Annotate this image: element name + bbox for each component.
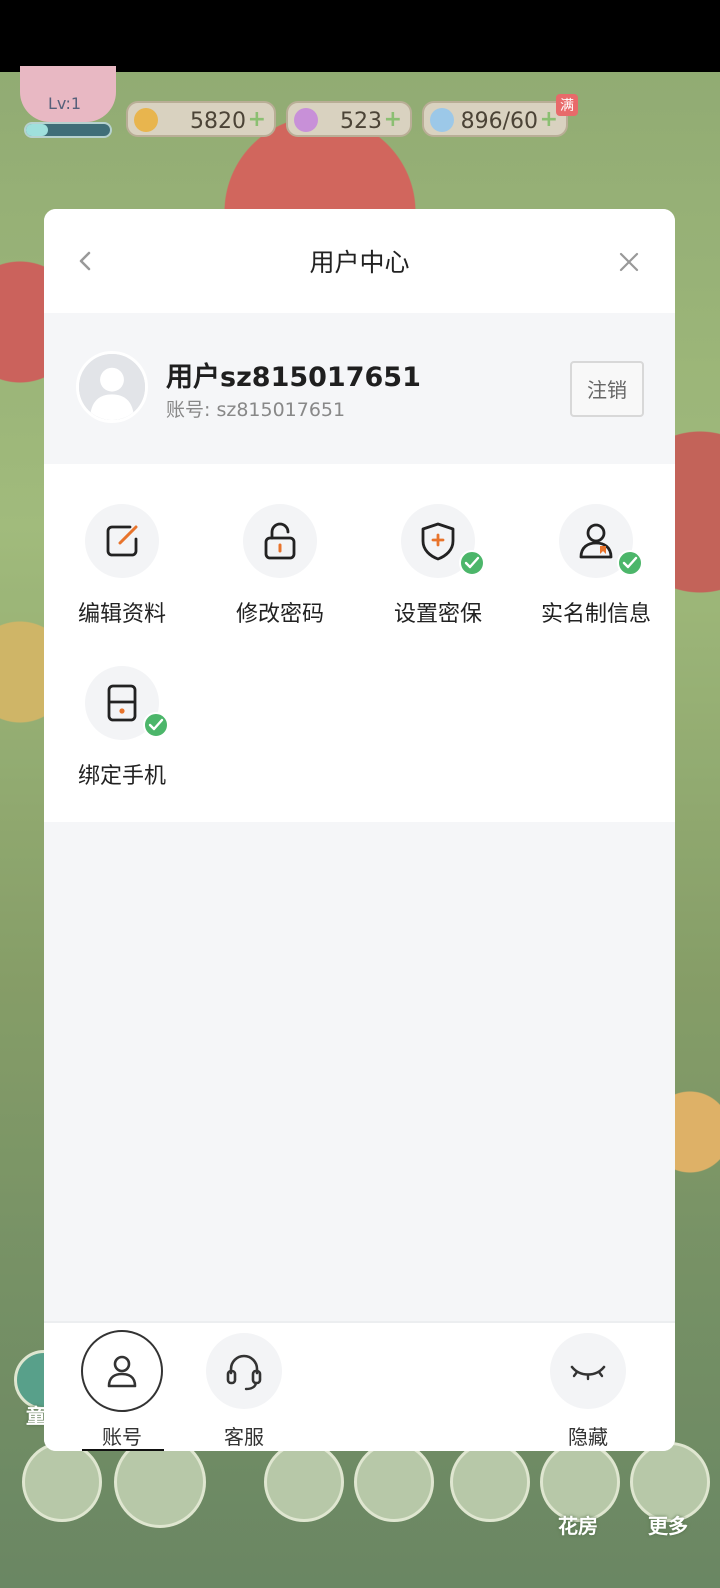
menu-label: 修改密码 bbox=[235, 602, 324, 627]
add-star-icon[interactable]: + bbox=[384, 107, 402, 132]
tab-hide[interactable]: 隐藏 bbox=[538, 1323, 638, 1451]
menu-label: 设置密保 bbox=[393, 602, 482, 627]
username: 用户sz815017651 bbox=[166, 362, 421, 393]
closed-eye-icon bbox=[570, 1365, 606, 1381]
status-bar bbox=[0, 0, 720, 72]
headset-icon bbox=[226, 1354, 262, 1391]
dialog-header: 用户中心 bbox=[44, 209, 675, 313]
home-nav-button[interactable] bbox=[22, 1442, 102, 1522]
menu-label: 实名制信息 bbox=[540, 602, 651, 627]
tab-label: 账号 bbox=[102, 1425, 142, 1449]
user-center-dialog: 用户中心 用户sz815017651 账号: sz815017651 注销 编辑… bbox=[44, 209, 675, 1451]
water-counter[interactable]: 896/60 + bbox=[422, 101, 568, 137]
verified-check-icon bbox=[143, 712, 169, 738]
account-menu: 编辑资料 修改密码 设置密保 实名制信息 绑定手机 bbox=[44, 464, 675, 822]
dialog-bottom-tabs: 账号 客服 隐藏 bbox=[44, 1321, 675, 1451]
menu-label: 编辑资料 bbox=[77, 602, 166, 627]
menu-item-security-question[interactable]: 设置密保 bbox=[368, 464, 508, 627]
star-value: 523 bbox=[340, 109, 382, 134]
coin-counter[interactable]: 5820 + bbox=[126, 101, 276, 137]
water-full-badge: 满 bbox=[556, 94, 578, 116]
account-id: 账号: sz815017651 bbox=[166, 399, 346, 421]
package-nav-button[interactable] bbox=[450, 1442, 530, 1522]
tool-nav-button[interactable] bbox=[264, 1442, 344, 1522]
menu-item-edit-profile[interactable]: 编辑资料 bbox=[52, 464, 192, 627]
dialog-title: 用户中心 bbox=[309, 248, 410, 277]
active-tab-indicator bbox=[82, 1449, 164, 1451]
player-avatar[interactable]: Lv:1 bbox=[20, 66, 116, 122]
logout-button[interactable]: 注销 bbox=[570, 361, 644, 417]
edit-icon bbox=[106, 525, 138, 557]
exp-bar bbox=[24, 122, 112, 138]
phone-icon bbox=[107, 684, 137, 722]
menu-item-bind-phone[interactable]: 绑定手机 bbox=[52, 626, 192, 789]
avatar[interactable] bbox=[76, 351, 148, 423]
star-icon bbox=[294, 108, 318, 132]
id-user-icon bbox=[579, 523, 613, 559]
tab-customer-service[interactable]: 客服 bbox=[194, 1323, 294, 1451]
coin-value: 5820 bbox=[190, 109, 246, 134]
more-label: 更多 bbox=[648, 1514, 688, 1538]
star-counter[interactable]: 523 + bbox=[286, 101, 412, 137]
coin-icon bbox=[134, 108, 158, 132]
verified-check-icon bbox=[459, 550, 485, 576]
flower-house-label: 花房 bbox=[558, 1514, 598, 1538]
shield-icon bbox=[421, 522, 455, 561]
default-avatar-icon bbox=[79, 354, 145, 420]
user-icon bbox=[107, 1355, 137, 1388]
menu-item-real-name-info[interactable]: 实名制信息 bbox=[526, 464, 666, 627]
menu-item-change-password[interactable]: 修改密码 bbox=[210, 464, 350, 627]
water-drop-icon bbox=[430, 108, 454, 132]
tab-account[interactable]: 账号 bbox=[72, 1323, 172, 1451]
side-event-label: 童 bbox=[26, 1404, 46, 1428]
water-value: 896/60 bbox=[460, 109, 538, 134]
verified-check-icon bbox=[617, 550, 643, 576]
menu-label: 绑定手机 bbox=[77, 764, 166, 789]
player-level: Lv:1 bbox=[48, 94, 82, 113]
box-nav-button[interactable] bbox=[354, 1442, 434, 1522]
user-profile-card: 用户sz815017651 账号: sz815017651 注销 bbox=[44, 313, 675, 464]
add-coin-icon[interactable]: + bbox=[248, 107, 266, 132]
lock-icon bbox=[264, 522, 296, 560]
close-icon[interactable] bbox=[614, 247, 644, 277]
tab-label: 隐藏 bbox=[568, 1425, 608, 1449]
tab-label: 客服 bbox=[224, 1425, 264, 1449]
